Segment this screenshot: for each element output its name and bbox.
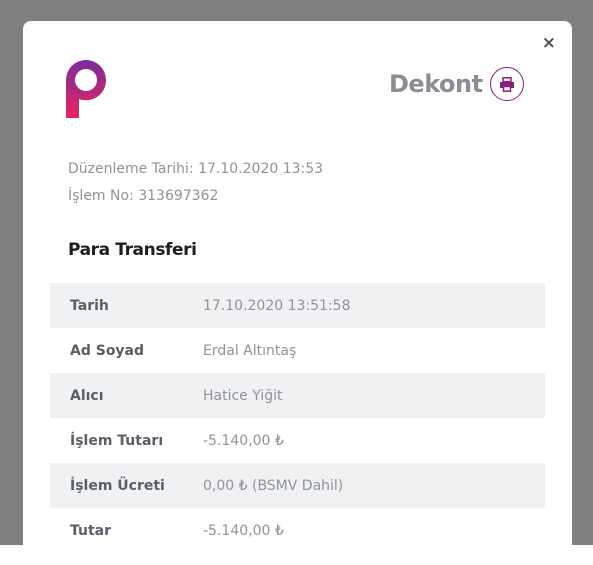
edit-date-label: Düzenleme Tarihi: [68,161,194,177]
receipt-title: Dekont [389,70,483,98]
row-value: -5.140,00 ₺ [203,522,284,539]
printer-icon [500,76,514,92]
transaction-number: İşlem No: 313697362 [68,183,323,210]
row-value: Erdal Altıntaş [203,342,297,359]
close-button[interactable]: × [542,35,556,52]
receipt-modal: × Dekont Düzenleme Tarihi: 17.10.2020 13… [23,21,572,545]
row-value: Hatice Yiğit [203,387,283,404]
table-row: Tutar -5.140,00 ₺ [50,508,545,545]
row-label: Tutar [70,522,112,539]
transaction-number-label: İşlem No: [68,188,134,204]
row-value: -5.140,00 ₺ [203,432,284,449]
section-title: Para Transferi [68,240,197,260]
row-label: Tarih [70,297,109,314]
table-row: İşlem Ücreti 0,00 ₺ (BSMV Dahil) [50,463,545,508]
transaction-number-value: 313697362 [138,188,219,204]
row-label: Ad Soyad [70,342,145,359]
papara-logo [66,60,106,118]
row-label: İşlem Tutarı [70,432,164,449]
row-value: 0,00 ₺ (BSMV Dahil) [203,477,344,494]
table-row: Ad Soyad Erdal Altıntaş [50,328,545,373]
receipt-meta: Düzenleme Tarihi: 17.10.2020 13:53 İşlem… [68,156,323,210]
table-row: İşlem Tutarı -5.140,00 ₺ [50,418,545,463]
edit-date: Düzenleme Tarihi: 17.10.2020 13:53 [68,156,323,183]
row-label: İşlem Ücreti [70,477,165,494]
edit-date-value: 17.10.2020 13:53 [198,161,324,177]
row-label: Alıcı [70,387,104,404]
details-table: Tarih 17.10.2020 13:51:58 Ad Soyad Erdal… [50,283,545,545]
row-value: 17.10.2020 13:51:58 [203,297,351,314]
print-button[interactable] [490,67,524,101]
table-row: Tarih 17.10.2020 13:51:58 [50,283,545,328]
table-row: Alıcı Hatice Yiğit [50,373,545,418]
